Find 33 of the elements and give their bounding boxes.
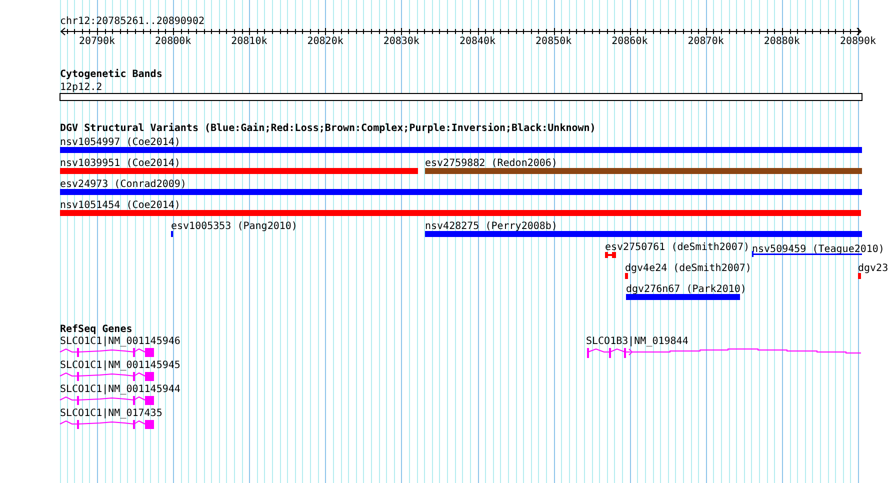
ruler-label: 20830k bbox=[383, 36, 420, 47]
ruler-label: 20860k bbox=[612, 36, 648, 47]
variant-label: esv2750761 (deSmith2007) bbox=[605, 242, 750, 253]
variant-label: dgv23 bbox=[858, 263, 888, 274]
track-title: Cytogenetic Bands bbox=[60, 69, 162, 80]
ruler-label: 20890k bbox=[840, 36, 876, 47]
ruler-label: 20820k bbox=[307, 36, 344, 47]
gene-label: SLCO1C1|NM_001145946 bbox=[60, 336, 180, 347]
variant-label: nsv1051454 (Coe2014) bbox=[60, 200, 180, 211]
variant-label: nsv1054997 (Coe2014) bbox=[60, 137, 180, 148]
band-label: 12p12.2 bbox=[60, 82, 102, 93]
variant-label: nsv1039951 (Coe2014) bbox=[60, 158, 180, 169]
ruler-label: 20840k bbox=[459, 36, 496, 47]
ruler-label: 20790k bbox=[78, 36, 116, 47]
gene-label: SLCO1C1|NM_017435 bbox=[60, 408, 162, 419]
variant-label: nsv428275 (Perry2008b) bbox=[425, 221, 558, 232]
gene-label: SLCO1C1|NM_001145944 bbox=[60, 384, 180, 395]
ruler-label: 20850k bbox=[536, 36, 572, 47]
variant-label: dgv4e24 (deSmith2007) bbox=[625, 263, 752, 274]
gene-label: SLCO1C1|NM_001145945 bbox=[60, 360, 180, 371]
gene-label: SLCO1B3|NM_019844 bbox=[586, 336, 688, 347]
variant-label: esv24973 (Conrad2009) bbox=[60, 179, 186, 190]
ruler-label: 20870k bbox=[688, 36, 724, 47]
region-title: chr12:20785261..20890902 bbox=[60, 16, 204, 27]
ruler-label: 20800k bbox=[155, 36, 192, 47]
track-title: DGV Structural Variants (Blue:Gain;Red:Loss;Brown:Complex;Purple:Inversion;Black:Unknown) bbox=[60, 123, 596, 134]
variant-label: esv1005353 (Pang2010) bbox=[171, 221, 298, 232]
ruler-label: 20880k bbox=[764, 36, 800, 47]
track-title: RefSeq Genes bbox=[60, 324, 132, 335]
variant-label: dgv276n67 (Park2010) bbox=[626, 284, 746, 295]
ruler-label: 20810k bbox=[231, 36, 268, 47]
variant-label: nsv509459 (Teague2010) bbox=[752, 244, 884, 255]
variant-label: esv2759882 (Redon2006) bbox=[425, 158, 558, 169]
